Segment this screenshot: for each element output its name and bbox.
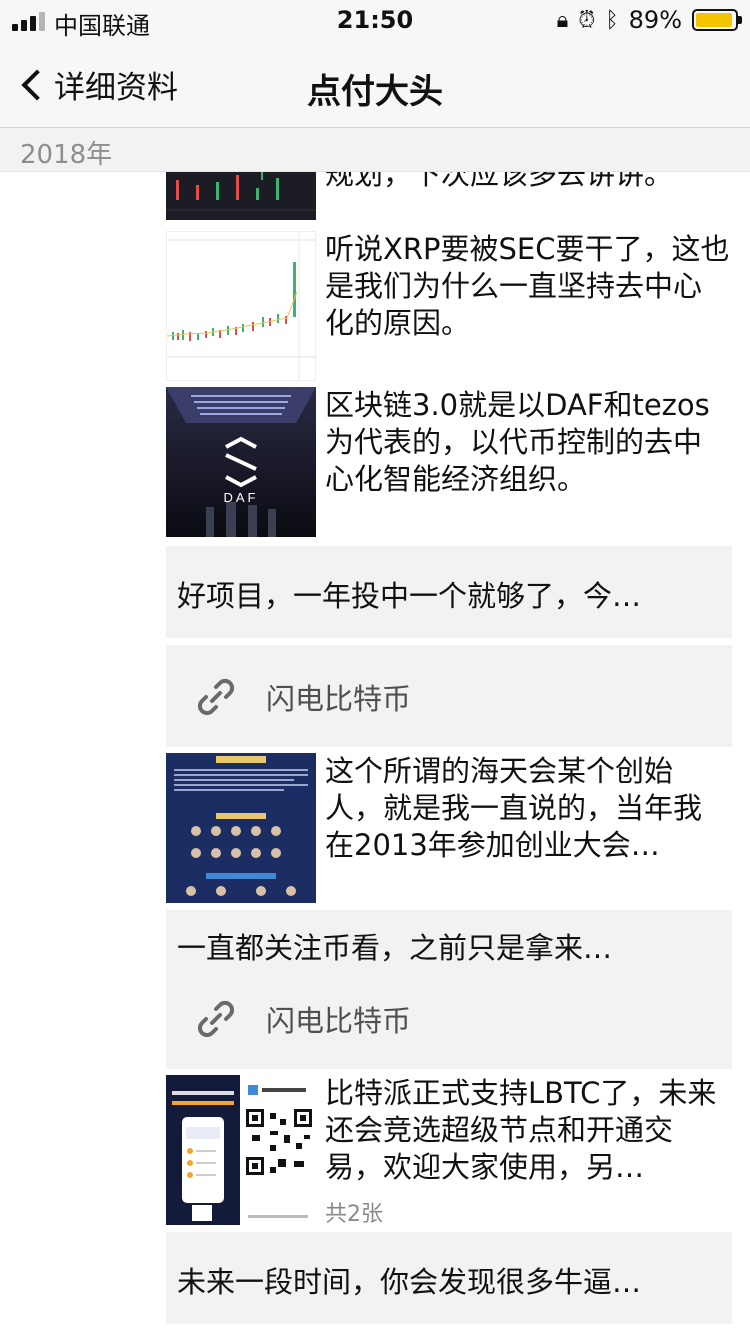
page-title: 点付大头: [307, 72, 443, 112]
year-section-header: 2018年: [0, 128, 750, 172]
link-post[interactable]: 闪电比特币: [166, 967, 732, 1069]
alarm-clock-icon: ⏰︎: [578, 7, 596, 33]
post-thumbnail[interactable]: DAF: [166, 387, 316, 537]
post-caption[interactable]: 比特派正式支持LBTC了，未来还会竞选超级节点和开通交易，欢迎大家使用，另…: [325, 1075, 730, 1187]
moments-feed[interactable]: 规划，下次应该多去讲讲。 听说XRP要被SEC要干了，这也是我们为什么一直坚持去…: [0, 172, 750, 1334]
text-post[interactable]: 好项目，一年投中一个就够了，今…: [166, 546, 732, 638]
post-caption[interactable]: 区块链3.0就是以DAF和tezos为代表的，以代币控制的去中心化智能经济组织。: [325, 387, 730, 499]
post-thumbnail[interactable]: [166, 172, 316, 220]
status-icons: 🔒︎ ⏰︎ ᛒ 89%: [556, 6, 742, 34]
image-count: 共2张: [325, 1202, 383, 1227]
link-icon: [197, 1000, 235, 1038]
link-icon: [197, 678, 235, 716]
battery-percent: 89%: [628, 6, 682, 34]
link-post[interactable]: 闪电比特币: [166, 645, 732, 747]
post-thumbnail[interactable]: [166, 1075, 316, 1225]
post-thumbnail[interactable]: [166, 753, 316, 903]
text-post-content: 未来一段时间，你会发现很多牛逼…: [177, 1265, 642, 1299]
rotation-lock-icon: 🔒︎: [556, 7, 569, 33]
battery-icon: [692, 9, 742, 31]
post-thumbnail[interactable]: [166, 231, 316, 381]
link-title: 闪电比特币: [266, 682, 412, 716]
post-caption[interactable]: 这个所谓的海天会某个创始人，就是我一直说的，当年我在2013年参加创业大会…: [325, 753, 730, 865]
text-post-content: 好项目，一年投中一个就够了，今…: [177, 579, 642, 613]
link-title: 闪电比特币: [266, 1004, 412, 1038]
post-caption[interactable]: 规划，下次应该多去讲讲。: [325, 172, 730, 216]
bluetooth-icon: ᛒ: [605, 7, 619, 33]
moments-album-screen: 中国联通 21:50 🔒︎ ⏰︎ ᛒ 89% 详细资料 点付大头 2018年 规…: [0, 0, 750, 1334]
post-caption[interactable]: 听说XRP要被SEC要干了，这也是我们为什么一直坚持去中心化的原因。: [325, 231, 730, 343]
text-post[interactable]: 一直都关注币看，之前只是拿来…: [166, 910, 732, 972]
text-post[interactable]: 未来一段时间，你会发现很多牛逼…: [166, 1232, 732, 1324]
daf-logo-text: DAF: [223, 490, 259, 505]
navigation-bar: 详细资料 点付大头: [0, 40, 750, 128]
text-post-content: 一直都关注币看，之前只是拿来…: [177, 931, 613, 965]
status-bar: 中国联通 21:50 🔒︎ ⏰︎ ᛒ 89%: [0, 0, 750, 40]
year-label: 2018年: [20, 140, 113, 170]
